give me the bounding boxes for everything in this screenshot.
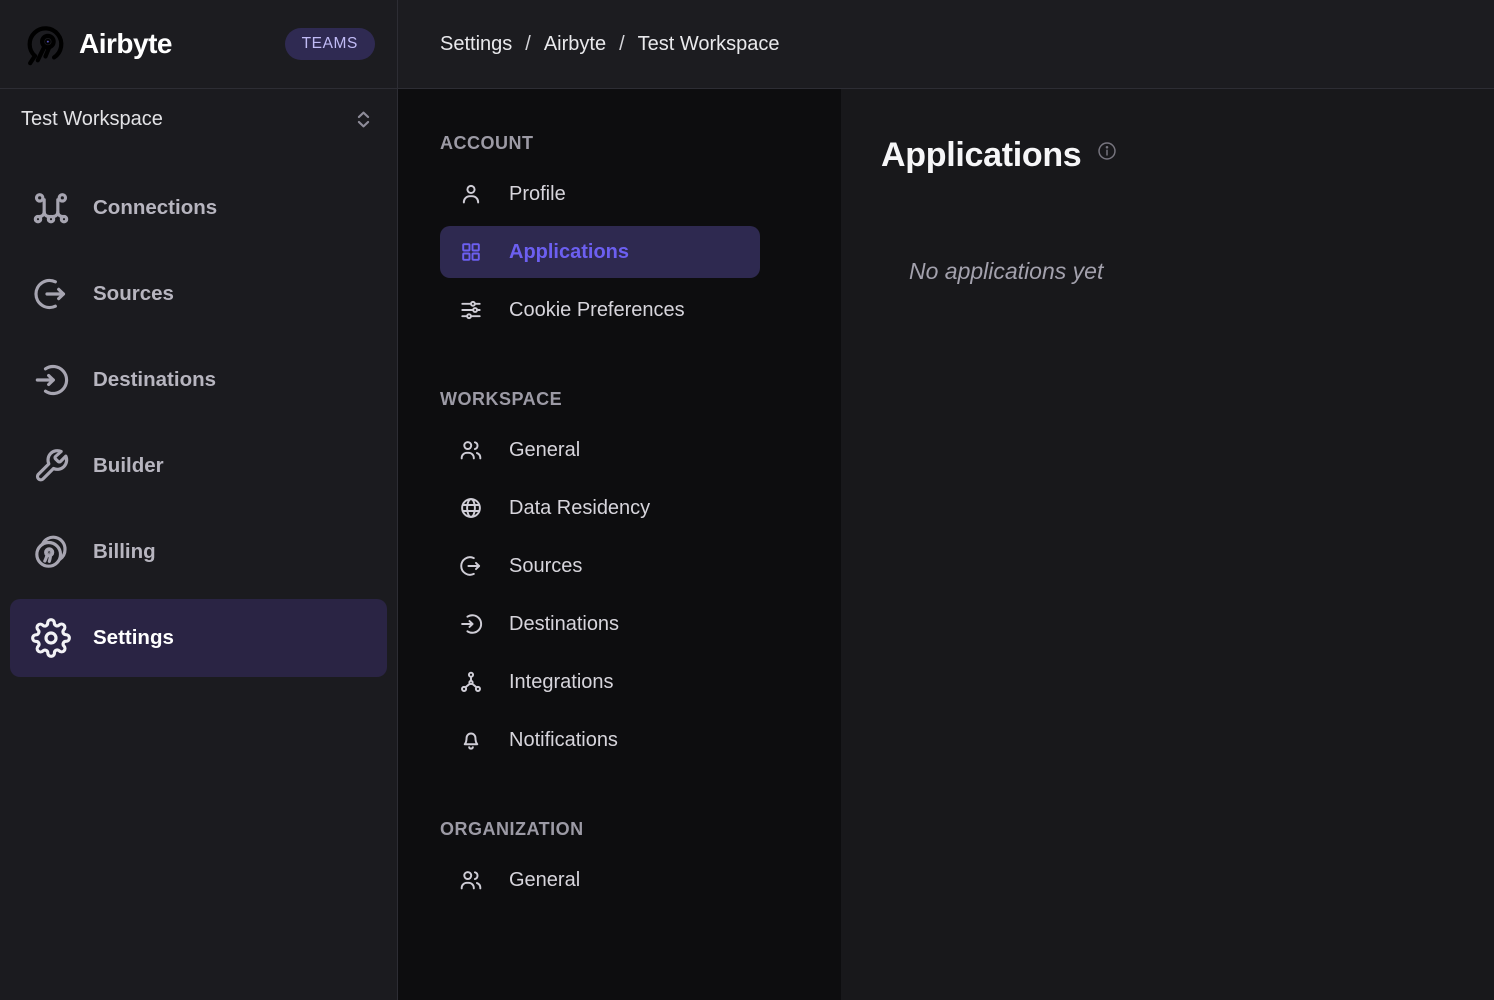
source-icon [458, 553, 484, 579]
sidebar-item-label: Sources [93, 282, 174, 306]
page-title: Applications [881, 133, 1081, 177]
sidebar-item-label: Settings [93, 626, 174, 650]
settings-item-label: Data Residency [509, 497, 650, 520]
wrench-icon [31, 446, 71, 486]
sidebar-item-connections[interactable]: Connections [10, 169, 387, 247]
sidebar-nav: Connections Sources [0, 169, 397, 685]
settings-section-account: ACCOUNT Profile [440, 132, 841, 336]
settings-item-label: General [509, 439, 580, 462]
topbar-breadcrumb-area: Settings / Airbyte / Test Workspace [398, 0, 1494, 88]
sliders-icon [458, 297, 484, 323]
section-title: WORKSPACE [440, 388, 841, 410]
settings-item-label: Destinations [509, 613, 619, 636]
settings-item-label: Integrations [509, 671, 614, 694]
workspace-name: Test Workspace [21, 108, 163, 131]
people-icon [458, 437, 484, 463]
topbar-brand-area: Airbyte TEAMS [0, 0, 398, 88]
breadcrumb-settings[interactable]: Settings [440, 33, 512, 56]
breadcrumb-separator: / [525, 33, 531, 56]
teams-badge: TEAMS [285, 28, 375, 60]
chevron-up-down-icon [351, 107, 376, 132]
settings-item-data-residency[interactable]: Data Residency [440, 482, 760, 534]
settings-nav: ACCOUNT Profile [398, 89, 841, 1000]
destination-icon [31, 360, 71, 400]
sidebar-item-label: Connections [93, 196, 217, 220]
sidebar: Test Workspace [0, 89, 398, 1000]
settings-item-sources[interactable]: Sources [440, 540, 760, 592]
section-title: ORGANIZATION [440, 818, 841, 840]
sidebar-item-sources[interactable]: Sources [10, 255, 387, 333]
info-icon[interactable] [1096, 140, 1118, 162]
globe-icon [458, 495, 484, 521]
breadcrumb-separator: / [619, 33, 625, 56]
people-icon [458, 867, 484, 893]
gear-icon [31, 618, 71, 658]
sidebar-item-destinations[interactable]: Destinations [10, 341, 387, 419]
bell-icon [458, 727, 484, 753]
molecule-icon [458, 669, 484, 695]
sidebar-item-label: Destinations [93, 368, 216, 392]
settings-item-label: Profile [509, 183, 566, 206]
sidebar-item-settings[interactable]: Settings [10, 599, 387, 677]
workspace-selector[interactable]: Test Workspace [0, 89, 397, 149]
settings-item-profile[interactable]: Profile [440, 168, 760, 220]
brand-name: Airbyte [79, 28, 172, 60]
airbyte-logo-link[interactable]: Airbyte [22, 21, 172, 67]
settings-item-label: General [509, 869, 580, 892]
settings-item-label: Sources [509, 555, 582, 578]
breadcrumb-current: Test Workspace [638, 33, 780, 56]
settings-section-organization: ORGANIZATION General [440, 818, 841, 906]
settings-section-workspace: WORKSPACE General [440, 388, 841, 766]
settings-item-general-workspace[interactable]: General [440, 424, 760, 476]
connections-icon [31, 188, 71, 228]
settings-item-destinations[interactable]: Destinations [440, 598, 760, 650]
breadcrumb-airbyte[interactable]: Airbyte [544, 33, 606, 56]
settings-item-integrations[interactable]: Integrations [440, 656, 760, 708]
person-icon [458, 181, 484, 207]
section-title: ACCOUNT [440, 132, 841, 154]
settings-item-cookie-preferences[interactable]: Cookie Preferences [440, 284, 760, 336]
destination-icon [458, 611, 484, 637]
airbyte-logo-icon [22, 21, 68, 67]
settings-item-applications[interactable]: Applications [440, 226, 760, 278]
sidebar-item-billing[interactable]: Billing [10, 513, 387, 591]
topbar: Airbyte TEAMS Settings / Airbyte / Test … [0, 0, 1494, 89]
main-content: Applications No applications yet [841, 89, 1494, 1000]
settings-item-label: Applications [509, 241, 629, 264]
settings-item-label: Notifications [509, 729, 618, 752]
settings-item-notifications[interactable]: Notifications [440, 714, 760, 766]
settings-item-general-organization[interactable]: General [440, 854, 760, 906]
source-icon [31, 274, 71, 314]
empty-state-message: No applications yet [909, 258, 1454, 285]
settings-item-label: Cookie Preferences [509, 299, 685, 322]
sidebar-item-label: Billing [93, 540, 156, 564]
sidebar-item-label: Builder [93, 454, 164, 478]
sidebar-item-builder[interactable]: Builder [10, 427, 387, 505]
breadcrumb: Settings / Airbyte / Test Workspace [440, 33, 780, 56]
grid-icon [458, 239, 484, 265]
app-window: Airbyte TEAMS Settings / Airbyte / Test … [0, 0, 1494, 1000]
billing-icon [31, 532, 71, 572]
